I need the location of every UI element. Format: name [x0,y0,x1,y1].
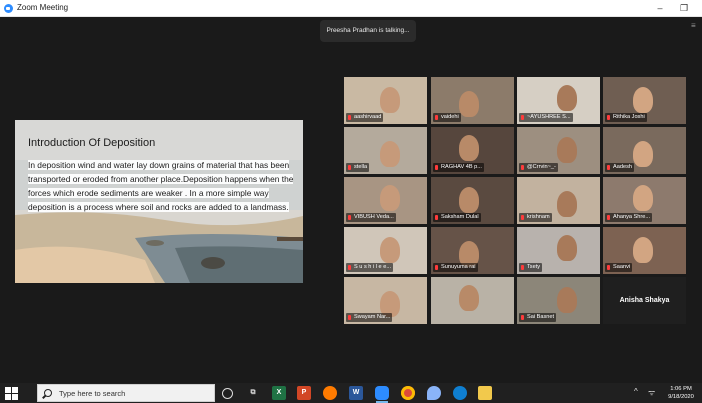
participant-video [380,237,400,263]
meeting-stage: Preesha Pradhan is talking... ≡ Introduc… [0,17,702,383]
participant-tile[interactable]: Sunuyuma rai [431,227,514,274]
participant-name: Swayam Nar... [346,313,393,322]
talking-indicator: Preesha Pradhan is talking... [320,20,416,42]
participant-tile[interactable]: Aadesh [603,127,686,174]
minimize-button[interactable]: – [652,2,668,14]
participant-name: Anisha Shakya [603,277,686,324]
participant-name: Saksham Dulal [433,213,481,222]
cortana-icon[interactable] [222,388,233,399]
participant-tile[interactable]: Anisha Shakya [603,277,686,324]
zoom-camera-icon [4,4,13,13]
participant-video [557,235,577,261]
participant-tile[interactable]: Saanvi [603,227,686,274]
participant-name: ~AYUSHREE S... [519,113,573,122]
participant-tile[interactable]: Swayam Nar... [344,277,427,324]
participant-video [380,87,400,113]
firefox-icon[interactable] [323,386,337,400]
participant-video [380,185,400,211]
powerpoint-icon[interactable]: P [297,386,311,400]
tray-overflow-icon[interactable]: ^ [634,387,638,396]
participant-name: krishnam [519,213,552,222]
file-explorer-icon[interactable] [478,386,492,400]
edge-icon[interactable] [453,386,467,400]
participant-name: Saanvi [605,263,633,272]
participant-video [557,137,577,163]
windows-taskbar: Type here to search ⧉ X P W ^ ᯤ 1:06 PM … [0,383,702,403]
participant-tile[interactable]: stella [344,127,427,174]
gallery-menu-icon[interactable]: ≡ [691,21,702,35]
slide-body-span: In deposition wind and water lay down gr… [28,160,294,212]
participant-name: Ahanya Shre... [605,213,653,222]
participant-video [459,187,479,213]
windows-start-icon[interactable] [4,386,18,400]
participant-video [459,285,479,311]
participant-name: VIBUSH Veda... [346,213,396,222]
participant-name: Sai Basnet [519,313,557,322]
slide-body-text: In deposition wind and water lay down gr… [28,158,298,214]
network-icon[interactable]: ᯤ [648,387,655,398]
word-icon[interactable]: W [349,386,363,400]
participant-video [633,87,653,113]
participant-name: RAGHAV 4B p... [433,163,484,172]
participant-video [380,141,400,167]
participant-tile[interactable]: vaidehi [431,77,514,124]
excel-icon[interactable]: X [272,386,286,400]
maximize-button[interactable]: ❐ [676,2,692,14]
participant-name: Aadesh [605,163,634,172]
title-bar: Zoom Meeting – ❐ [0,0,702,17]
participant-tile[interactable]: Saksham Dulal [431,177,514,224]
task-view-icon[interactable]: ⧉ [246,386,260,400]
paint-icon[interactable] [427,386,441,400]
participant-tile[interactable]: @Crrvin~_- [517,127,600,174]
participant-video [633,185,653,211]
participant-name: Rithika Joshi [605,113,647,122]
taskbar-clock[interactable]: 1:06 PM 9/18/2020 [662,385,700,401]
participant-name: Sunuyuma rai [433,263,478,272]
participant-name: Tsety [519,263,543,272]
clock-time: 1:06 PM [670,386,692,392]
zoom-window: Zoom Meeting – ❐ Preesha Pradhan is talk… [0,0,702,403]
participant-name: vaidehi [433,113,461,122]
participant-tile[interactable]: aashirvaad [344,77,427,124]
search-icon [44,389,52,397]
participant-video [459,91,479,117]
participant-tile[interactable]: krishnam [517,177,600,224]
zoom-icon[interactable] [375,386,389,403]
participant-tile[interactable]: Tsety [517,227,600,274]
taskbar-search-box[interactable]: Type here to search [37,384,215,402]
participant-name: aashirvaad [346,113,384,122]
participant-tile[interactable]: S u s h i l e e... [344,227,427,274]
chrome-icon[interactable] [401,386,415,400]
participant-video [557,85,577,111]
participant-tile[interactable]: Sai Basnet [517,277,600,324]
participant-tile[interactable]: Rithika Joshi [603,77,686,124]
participant-name: stella [346,163,370,172]
participant-tile[interactable]: ~AYUSHREE S... [517,77,600,124]
slide-title: Introduction Of Deposition [28,137,156,149]
participant-name: @Crrvin~_- [519,163,558,172]
clock-date: 9/18/2020 [668,394,694,400]
participant-name: S u s h i l e e... [346,263,393,272]
window-title: Zoom Meeting [17,3,69,12]
participant-video [557,191,577,217]
participant-video [459,135,479,161]
participant-tile[interactable]: Ahanya Shre... [603,177,686,224]
participant-video [633,237,653,263]
participant-video [633,141,653,167]
shared-screen-slide: Introduction Of Deposition In deposition… [15,120,303,283]
participant-tile[interactable]: VIBUSH Veda... [344,177,427,224]
participant-video [557,287,577,313]
participant-tile[interactable] [431,277,514,324]
participant-tile[interactable]: RAGHAV 4B p... [431,127,514,174]
search-placeholder: Type here to search [59,389,126,398]
